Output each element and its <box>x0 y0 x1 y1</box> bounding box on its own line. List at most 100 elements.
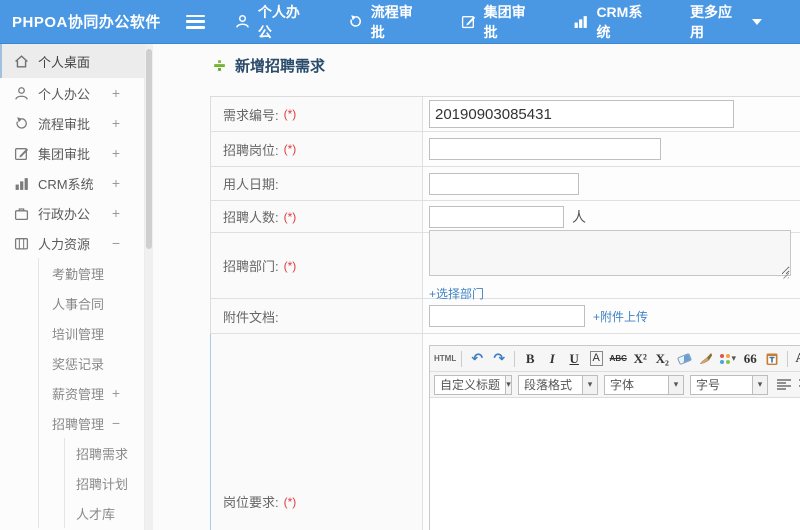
sidebar-item-training[interactable]: 培训管理 <box>0 318 144 348</box>
book-icon <box>14 236 29 251</box>
redo-button[interactable]: ↷ <box>489 349 509 369</box>
caret-down-icon[interactable]: ▾ <box>752 375 767 394</box>
headcount-input[interactable] <box>429 205 564 228</box>
font-family-select[interactable]: 字体 ▾ <box>604 374 684 395</box>
sidebar-item-group-approval[interactable]: 集团审批 + <box>0 138 144 168</box>
briefcase-icon <box>14 206 29 221</box>
sidebar-item-recruit-plan[interactable]: 招聘计划 <box>0 468 144 498</box>
required-mark: (*) <box>283 209 297 224</box>
caret-down-icon: ▾ <box>731 353 736 363</box>
font-style-button[interactable]: A <box>586 349 606 369</box>
font-size-select[interactable]: 字号 ▾ <box>690 374 768 395</box>
bold-button[interactable]: B <box>520 349 540 369</box>
paragraph-format-select[interactable]: 段落格式 ▾ <box>518 374 598 395</box>
caret-down-icon[interactable]: ▾ <box>505 375 511 394</box>
sidebar-item-admin-office[interactable]: 行政办公 + <box>0 198 144 228</box>
nav-label: 更多应用 <box>689 3 732 40</box>
caret-down-icon[interactable]: ▾ <box>668 375 683 394</box>
paste-icon <box>766 353 778 365</box>
nav-label: CRM系统 <box>596 3 643 40</box>
nav-more-apps[interactable]: 更多应用 <box>690 2 762 42</box>
nav-group-approval[interactable]: 集团审批 <box>461 2 536 42</box>
blockquote-button[interactable]: 66 <box>740 349 760 369</box>
sidebar-item-hr-contract[interactable]: 人事合同 <box>0 288 144 318</box>
recruit-demand-form: 需求编号: (*) 招聘岗位: (*) 用人 <box>210 96 800 530</box>
undo-button[interactable]: ↶ <box>467 349 487 369</box>
sidebar-scrollbar[interactable] <box>145 44 153 530</box>
font-color-button[interactable]: A ▾ <box>793 349 800 369</box>
home-icon <box>14 54 29 69</box>
nav-personal-office[interactable]: 个人办公 <box>235 2 310 42</box>
field-label: 招聘岗位: (*) <box>211 132 423 166</box>
subscript-button[interactable]: X₂ <box>652 349 672 369</box>
form-row-department: 招聘部门: (*) +选择部门 <box>210 229 800 301</box>
nav-label: 集团审批 <box>483 3 526 40</box>
app-logo: PHPOA协同办公软件 <box>12 14 161 31</box>
paste-button[interactable] <box>762 349 782 369</box>
form-row-headcount: 招聘人数: (*) 人 <box>210 201 800 233</box>
sidebar-label: 人力资源 <box>38 236 91 252</box>
color-palette-button[interactable]: ▾ <box>718 349 738 369</box>
sidebar-item-recruit-demand[interactable]: 招聘需求 <box>0 438 144 468</box>
editor-content-area[interactable] <box>430 398 800 530</box>
superscript-button[interactable]: X² <box>630 349 650 369</box>
department-textarea[interactable] <box>429 229 791 276</box>
sidebar-item-salary[interactable]: 薪资管理 + <box>0 378 144 408</box>
hire-date-input[interactable] <box>429 172 579 195</box>
heading-select[interactable]: 自定义标题 ▾ <box>434 374 512 395</box>
nav-label: 个人办公 <box>257 3 300 40</box>
chart-icon <box>573 14 588 29</box>
underline-button[interactable]: U <box>564 349 584 369</box>
hamburger-menu-icon[interactable] <box>185 14 205 29</box>
expand-icon[interactable]: + <box>112 205 120 221</box>
form-row-requirements: 岗位要求: (*) HTML ↶ ↷ B I U A ABC X² X₂ ▾ 6… <box>210 334 800 530</box>
sidebar-item-hr[interactable]: 人力资源 − <box>0 228 144 258</box>
align-left-button[interactable] <box>777 378 791 391</box>
attachment-input[interactable] <box>429 305 585 327</box>
sidebar-item-crm[interactable]: CRM系统 + <box>0 168 144 198</box>
sidebar-item-attendance[interactable]: 考勤管理 <box>0 258 144 288</box>
person-icon <box>235 14 250 29</box>
expand-icon[interactable]: + <box>112 145 120 161</box>
sidebar-item-process-approval[interactable]: 流程审批 + <box>0 108 144 138</box>
app-window: PHPOA协同办公软件 个人办公 流程审批 集团审批 CRM系统 更多应用 个人… <box>0 0 800 530</box>
italic-button[interactable]: I <box>542 349 562 369</box>
expand-icon[interactable]: − <box>112 415 120 431</box>
form-row-attachment: 附件文档: +附件上传 <box>210 299 800 334</box>
expand-icon[interactable]: − <box>112 235 120 251</box>
editor-toolbar-row2: 自定义标题 ▾ 段落格式 ▾ 字体 ▾ 字号 ▾ <box>430 372 800 398</box>
sidebar-item-talent-pool[interactable]: 人才库 <box>0 498 144 528</box>
palette-icon <box>720 353 731 364</box>
position-input[interactable] <box>429 138 661 160</box>
chart-icon <box>14 176 29 191</box>
nav-process-approval[interactable]: 流程审批 <box>348 2 423 42</box>
editor-toolbar-row1: HTML ↶ ↷ B I U A ABC X² X₂ ▾ 66 <box>430 346 800 372</box>
add-plus-icon <box>213 59 226 72</box>
expand-icon[interactable]: + <box>112 175 120 191</box>
demand-no-input[interactable] <box>429 100 734 128</box>
sidebar-label: 奖惩记录 <box>52 356 105 372</box>
expand-icon[interactable]: + <box>112 85 120 101</box>
eraser-button[interactable] <box>674 349 694 369</box>
hr-submenu: 考勤管理 人事合同 培训管理 奖惩记录 薪资管理 + 招聘管理 − 招聘需求 招… <box>0 258 144 528</box>
expand-icon[interactable]: + <box>112 115 120 131</box>
sidebar-item-rewards[interactable]: 奖惩记录 <box>0 348 144 378</box>
sidebar-label: 招聘计划 <box>76 476 129 492</box>
sidebar-label: 培训管理 <box>52 326 105 342</box>
sidebar-item-personal-office[interactable]: 个人办公 + <box>0 78 144 108</box>
strikethrough-button[interactable]: ABC <box>608 349 628 369</box>
required-mark: (*) <box>283 258 297 273</box>
sidebar-item-recruit-mgmt[interactable]: 招聘管理 − <box>0 408 144 438</box>
field-label: 需求编号: (*) <box>211 97 423 131</box>
html-source-button[interactable]: HTML <box>434 349 456 369</box>
sidebar-item-personal-desktop[interactable]: 个人桌面 <box>0 44 144 78</box>
format-brush-button[interactable] <box>696 349 716 369</box>
scrollbar-thumb[interactable] <box>146 49 152 249</box>
caret-down-icon[interactable]: ▾ <box>582 375 597 394</box>
expand-icon[interactable]: + <box>112 385 120 401</box>
nav-crm-system[interactable]: CRM系统 <box>573 2 652 42</box>
required-mark: (*) <box>283 107 297 121</box>
upload-attachment-link[interactable]: +附件上传 <box>593 308 648 325</box>
form-row-position: 招聘岗位: (*) <box>210 132 800 167</box>
sidebar-label: 人才库 <box>76 506 116 522</box>
